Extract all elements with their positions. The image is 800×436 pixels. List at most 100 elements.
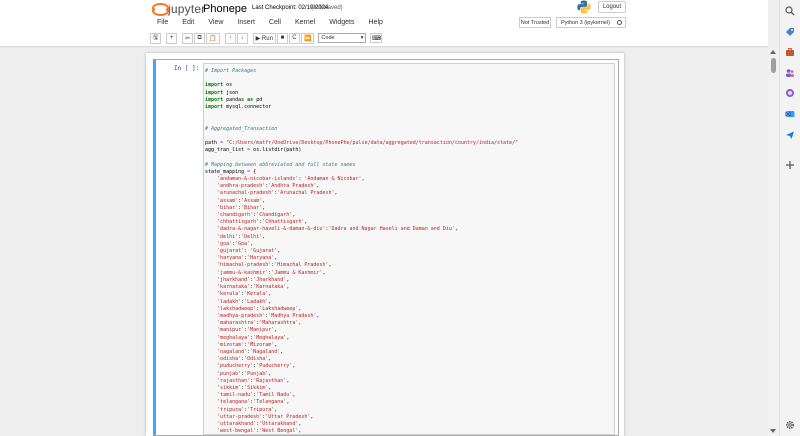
code-line: 'uttarakhand':'Uttarakhand',: [205, 421, 518, 428]
code-line: 'nagaland':'Nagaland',: [205, 349, 518, 356]
cell-type-select[interactable]: Code ▾: [318, 33, 367, 43]
code-token: ,: [268, 370, 272, 377]
code-line: 'kerala':'Kerala',: [205, 291, 518, 298]
send-icon[interactable]: [785, 130, 795, 140]
notebook-name[interactable]: Phonepe: [203, 3, 247, 15]
code-line: 'arunachal-pradesh':'Arunachal Pradesh',: [205, 190, 518, 197]
code-token: ,: [268, 291, 272, 298]
scrollbar-thumb[interactable]: [771, 58, 776, 73]
code-token: ,: [286, 399, 290, 406]
kernel-indicator[interactable]: Python 3 (ipykernel): [556, 17, 626, 28]
menu-kernel[interactable]: Kernel: [288, 17, 322, 29]
code-line: # Import Packages: [205, 68, 518, 75]
code-token: ,: [292, 392, 296, 399]
code-token: 'chhattisgarh': [217, 219, 260, 226]
save-button[interactable]: 🖫: [150, 32, 162, 44]
code-token: 'Nagaland': [250, 348, 281, 355]
chevron-down-icon: ▾: [360, 35, 364, 41]
menu-cell[interactable]: Cell: [262, 17, 288, 29]
menu-widgets[interactable]: Widgets: [322, 17, 361, 29]
code-token: 'Ladakh': [244, 298, 269, 305]
code-token: ,: [262, 197, 266, 204]
code-token: json: [223, 89, 239, 96]
code-token: 'tripura': [217, 406, 245, 413]
jupyter-logo-text: jupyter: [168, 2, 206, 16]
menu-bar: File Edit View Insert Cell Kernel Widget…: [150, 17, 390, 29]
trust-status-button[interactable]: Not Trusted: [519, 17, 551, 28]
code-token: ,: [286, 377, 290, 384]
code-token: 'mizoram': [217, 341, 245, 348]
scroll-down-arrow-icon[interactable]: [770, 429, 776, 433]
search-icon[interactable]: [785, 6, 795, 16]
menu-help[interactable]: Help: [362, 17, 390, 29]
code-token: 'telangana': [217, 399, 251, 406]
code-token: 'andaman-&-nicobar-islands': [217, 176, 299, 183]
logout-button[interactable]: Logout: [598, 1, 626, 13]
code-token: ,: [361, 176, 365, 183]
move-down-button[interactable]: ↓: [236, 32, 248, 44]
code-line: 'dadra-&-nagar-haveli-&-daman-&-diu':'Da…: [205, 226, 518, 233]
menu-edit[interactable]: Edit: [175, 17, 201, 29]
code-token: 'Uttarakhand': [259, 420, 299, 427]
code-line: 'karnataka':'Karnataka',: [205, 284, 518, 291]
code-token: ,: [286, 276, 290, 283]
code-token: ,: [268, 298, 272, 305]
menu-insert[interactable]: Insert: [230, 17, 262, 29]
copy-button[interactable]: ⧉: [194, 32, 206, 44]
code-token: 'Odisha': [244, 356, 269, 363]
paste-button[interactable]: 📋: [206, 32, 220, 44]
page-scrollbar[interactable]: [768, 48, 779, 436]
menu-view[interactable]: View: [201, 17, 230, 29]
restart-run-all-button[interactable]: ⏩: [300, 32, 315, 44]
add-icon[interactable]: [785, 160, 795, 170]
run-button[interactable]: ▶ Run: [252, 32, 276, 44]
jupyter-logo[interactable]: jupyter: [152, 2, 205, 16]
briefcase-icon[interactable]: [785, 47, 795, 57]
code-editor[interactable]: # Import Packages import os import json im…: [203, 63, 615, 435]
code-token: ,: [322, 269, 326, 276]
move-up-button[interactable]: ↑: [224, 32, 236, 44]
code-token: 'nagaland': [217, 348, 248, 355]
code-token: 'dadra-&-nagar-haveli-&-daman-&-diu': [217, 226, 326, 233]
code-token: 'Madhya Pradesh': [268, 312, 317, 319]
menu-file[interactable]: File: [150, 17, 175, 29]
code-cell[interactable]: In [ ]: # Import Packages import os impor…: [153, 59, 619, 436]
insert-cell-button[interactable]: +: [166, 32, 178, 44]
code-line: 'gujarat': 'Gujarat',: [205, 248, 518, 255]
browser-sidebar: O: [779, 0, 800, 436]
interrupt-button[interactable]: ■: [276, 32, 288, 44]
code-token: 'delhi': [217, 233, 239, 240]
code-token: ,: [280, 348, 284, 355]
tag-icon[interactable]: [785, 27, 795, 37]
code-line: 'odisha':'Odisha',: [205, 356, 518, 363]
code-token: ,: [328, 262, 332, 269]
code-line: 'tamil-nadu':'Tamil Nadu',: [205, 392, 518, 399]
cut-button[interactable]: ✂: [182, 32, 194, 44]
cell-type-value: Code: [321, 35, 335, 41]
scroll-up-arrow-icon[interactable]: [770, 50, 776, 54]
keyboard-shortcuts-button[interactable]: ⌨: [370, 33, 383, 43]
cell-prompt: In [ ]:: [174, 65, 200, 72]
code-line: 'rajasthan':'Rajasthan',: [205, 378, 518, 385]
settings-icon[interactable]: [785, 420, 795, 430]
people-icon[interactable]: [785, 68, 795, 78]
globe-icon[interactable]: [785, 88, 795, 98]
code-token: 'tamil-nadu': [217, 392, 254, 399]
restart-button[interactable]: C: [288, 32, 300, 44]
code-token: path: [205, 140, 221, 147]
code-token: 'Arunachal Pradesh': [277, 190, 335, 197]
outlook-icon[interactable]: O: [785, 109, 795, 119]
code-line: import pandas as pd: [205, 97, 518, 104]
code-token: 'Chhattisgarh': [262, 219, 305, 226]
code-token: # Import Packages: [205, 68, 257, 74]
